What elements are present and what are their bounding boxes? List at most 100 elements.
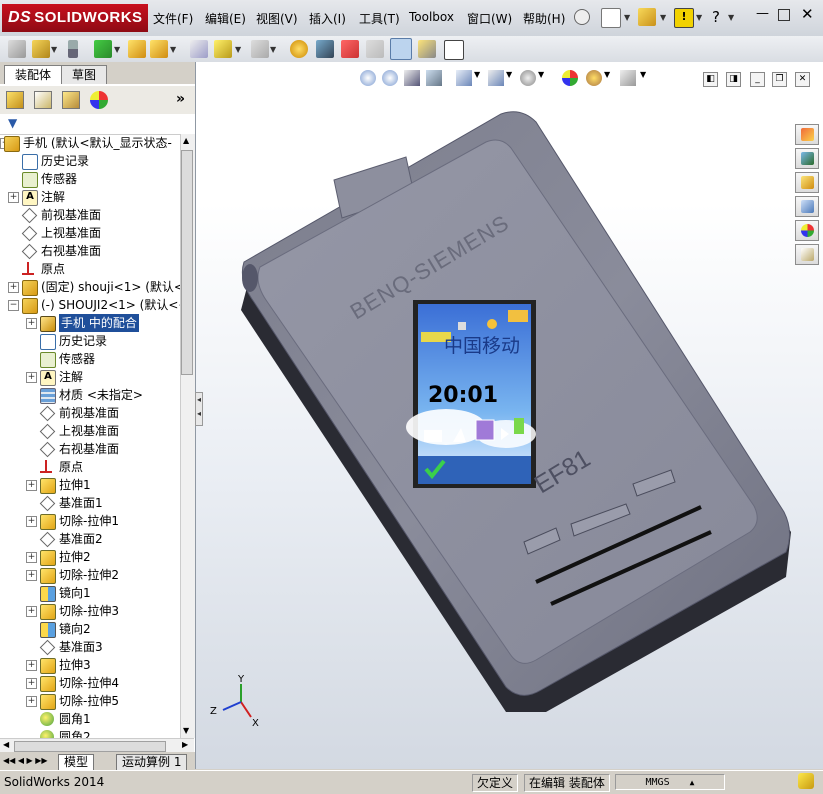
smart-fasteners-icon[interactable] <box>128 40 146 58</box>
tab-sketch[interactable]: 草图 <box>61 65 108 84</box>
expand-icon[interactable]: + <box>26 570 37 581</box>
hide-show-items-icon[interactable] <box>520 70 536 86</box>
view-settings-dropdown-icon[interactable]: ▼ <box>640 70 656 86</box>
tree-item[interactable]: 原点 <box>0 260 180 278</box>
apply-scene-icon[interactable] <box>586 70 602 86</box>
tree-item[interactable]: 传感器 <box>0 350 180 368</box>
phone-model-view[interactable]: BENQ-SIEMENS 中国移动 20:01 EF81 Y X Z <box>196 62 823 769</box>
warning-icon[interactable]: ! <box>674 8 694 28</box>
phone-screen[interactable]: 中国移动 20:01 <box>406 300 536 488</box>
tree-item[interactable]: 基准面2 <box>0 530 180 548</box>
tree-item[interactable]: 基准面1 <box>0 494 180 512</box>
expand-icon[interactable]: + <box>8 192 19 203</box>
tree-item[interactable]: 传感器 <box>0 170 180 188</box>
reference-dropdown-icon[interactable]: ▼ <box>270 45 276 54</box>
tree-horizontal-scrollbar[interactable]: ◀ ▶ <box>0 738 194 753</box>
graphics-area[interactable]: BENQ-SIEMENS 中国移动 20:01 EF81 Y X Z <box>196 62 823 769</box>
tree-item[interactable]: + 切除-拉伸4 <box>0 674 180 692</box>
tree-item[interactable]: 原点 <box>0 458 180 476</box>
menu-window[interactable]: 窗口(W) <box>467 10 512 27</box>
menu-insert[interactable]: 插入(I) <box>309 10 346 27</box>
open-dropdown-icon[interactable]: ▼ <box>660 13 666 22</box>
warning-dropdown-icon[interactable]: ▼ <box>696 13 702 22</box>
new-dropdown-icon[interactable]: ▼ <box>624 13 630 22</box>
tree-item[interactable]: + 拉伸3 <box>0 656 180 674</box>
expand-icon[interactable]: + <box>26 516 37 527</box>
filter-icon[interactable]: ▼ <box>8 116 17 130</box>
minimize-window-icon[interactable]: — <box>756 6 769 21</box>
task-pane-resources[interactable] <box>795 124 819 145</box>
viewport-split-icon[interactable]: ◨ <box>726 72 741 87</box>
expand-icon[interactable]: + <box>26 606 37 617</box>
doc-restore-icon[interactable]: ❐ <box>772 72 787 87</box>
insert-dropdown-icon[interactable]: ▼ <box>51 45 57 54</box>
feature-tree-icon[interactable] <box>6 91 24 109</box>
features-dropdown-icon[interactable]: ▼ <box>235 45 241 54</box>
tree-item[interactable]: 历史记录 <box>0 152 180 170</box>
tree-item[interactable]: 右视基准面 <box>0 242 180 260</box>
doc-close-icon[interactable]: ✕ <box>795 72 810 87</box>
tree-item[interactable]: 镜向2 <box>0 620 180 638</box>
tree-item[interactable]: + 手机 中的配合 <box>0 314 180 332</box>
property-manager-icon[interactable] <box>34 91 52 109</box>
tree-item[interactable]: 上视基准面 <box>0 224 180 242</box>
expand-icon[interactable]: + <box>8 282 19 293</box>
new-motion-study-icon[interactable] <box>290 40 308 58</box>
tree-item[interactable]: + A 注解 <box>0 368 180 386</box>
menu-toolbox[interactable]: Toolbox <box>409 10 454 24</box>
bill-of-materials-icon[interactable] <box>316 40 334 58</box>
reference-geometry-icon[interactable] <box>251 40 269 58</box>
insert-component-icon[interactable] <box>32 40 50 58</box>
rebuild-icon[interactable] <box>8 40 26 58</box>
menu-file[interactable]: 文件(F) <box>153 10 193 27</box>
help-dropdown-icon[interactable]: ▼ <box>728 13 734 22</box>
update-speedpak-icon[interactable] <box>418 40 436 58</box>
close-window-icon[interactable]: ✕ <box>801 5 814 23</box>
tree-item[interactable]: 前视基准面 <box>0 404 180 422</box>
pattern-dropdown-icon[interactable]: ▼ <box>114 45 120 54</box>
expand-panel-icon[interactable]: » <box>176 91 185 107</box>
mate-icon[interactable] <box>68 40 78 58</box>
scroll-up-icon[interactable]: ▲ <box>183 136 189 145</box>
expand-icon[interactable]: + <box>26 678 37 689</box>
tab-model[interactable]: 模型 <box>58 754 95 771</box>
menu-tools[interactable]: 工具(T) <box>359 10 400 27</box>
task-pane-appearances[interactable] <box>795 220 819 241</box>
tree-item[interactable]: 右视基准面 <box>0 440 180 458</box>
tree-item[interactable]: 镜向1 <box>0 584 180 602</box>
expand-icon[interactable]: + <box>26 372 37 383</box>
tab-motion-study[interactable]: 运动算例 1 <box>116 754 188 771</box>
tree-item[interactable]: −手机 (默认<默认_显示状态- <box>0 134 180 152</box>
expand-icon[interactable]: + <box>26 696 37 707</box>
tree-item[interactable]: 前视基准面 <box>0 206 180 224</box>
tab-scroll-left-icon[interactable]: ◀◀ ◀ ▶ ▶▶ <box>3 756 48 765</box>
view-orientation-icon[interactable] <box>456 70 472 86</box>
tree-item[interactable]: 材质 <未指定> <box>0 386 180 404</box>
zoom-to-fit-icon[interactable] <box>360 70 376 86</box>
move-component-icon[interactable] <box>150 40 168 58</box>
show-hidden-icon[interactable] <box>190 40 208 58</box>
tree-item[interactable]: + 拉伸1 <box>0 476 180 494</box>
restore-window-icon[interactable] <box>778 9 790 21</box>
scroll-down-icon[interactable]: ▼ <box>183 726 189 735</box>
display-style-icon[interactable] <box>488 70 504 86</box>
tree-item[interactable]: − (-) SHOUJI2<1> (默认<< <box>0 296 180 314</box>
exploded-view-icon[interactable] <box>341 40 359 58</box>
tree-item[interactable]: 基准面3 <box>0 638 180 656</box>
expand-icon[interactable]: + <box>26 552 37 563</box>
take-snapshot-icon[interactable] <box>444 40 464 60</box>
tree-item[interactable]: + 切除-拉伸3 <box>0 602 180 620</box>
linear-pattern-icon[interactable] <box>94 40 112 58</box>
expand-icon[interactable]: + <box>26 660 37 671</box>
tree-item[interactable]: + A 注解 <box>0 188 180 206</box>
help-icon[interactable]: ? <box>712 8 720 26</box>
tab-assembly[interactable]: 装配体 <box>4 65 63 84</box>
scroll-left-icon[interactable]: ◀ <box>3 740 9 749</box>
move-dropdown-icon[interactable]: ▼ <box>170 45 176 54</box>
tree-item[interactable]: + 切除-拉伸1 <box>0 512 180 530</box>
pin-icon[interactable] <box>574 9 590 25</box>
tree-item[interactable]: 圆角1 <box>0 710 180 728</box>
expand-icon[interactable]: + <box>26 480 37 491</box>
display-manager-icon[interactable] <box>90 91 108 109</box>
hide-show-dropdown-icon[interactable]: ▼ <box>538 70 554 86</box>
